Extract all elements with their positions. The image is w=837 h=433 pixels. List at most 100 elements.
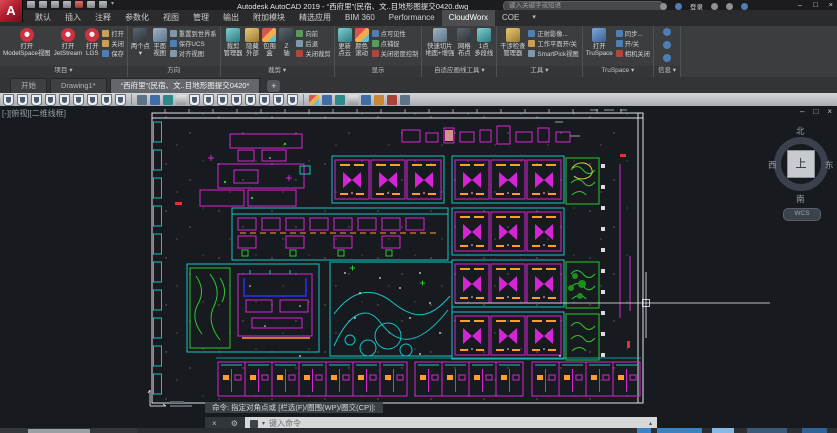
toolbar-color-icon[interactable] (309, 95, 319, 105)
info-about-icon[interactable] (663, 41, 671, 49)
cloudworx-shield-icon[interactable] (73, 94, 84, 106)
align-view-button[interactable]: 对齐视图 (170, 49, 217, 58)
cloudworx-shield-icon[interactable] (59, 94, 70, 106)
clip-off-button[interactable]: 关闭裁剪 (296, 49, 330, 58)
clip-forward-button[interactable]: 向前 (296, 29, 330, 38)
cloudworx-shield-icon[interactable] (245, 94, 256, 106)
maximize-button[interactable]: □ (813, 0, 818, 10)
cloudworx-shield-icon[interactable] (273, 94, 284, 106)
toolbar-tool-icon[interactable] (322, 95, 332, 105)
open-truspace-button[interactable]: 打开TruSpace (586, 27, 613, 57)
tab-output[interactable]: 输出 (216, 10, 246, 26)
drawing-canvas[interactable]: [-][俯视][二维线框] – □ × (0, 106, 837, 433)
toolbar-tool-icon[interactable] (335, 95, 345, 105)
camera-off-button[interactable]: 相机关闭 (616, 49, 650, 58)
drawing-restore-button[interactable]: □ (813, 107, 818, 116)
tab-manage[interactable]: 管理 (186, 10, 216, 26)
viewcube-west-label[interactable]: 西 (768, 159, 777, 171)
tab-cloudworx[interactable]: CloudWorx (442, 10, 495, 26)
wcs-dropdown[interactable]: WCS (783, 208, 821, 221)
tab-addins[interactable]: 附加模块 (246, 10, 292, 26)
panel-label-tools[interactable]: 工具 ▾ (497, 66, 581, 77)
reset-to-world-button[interactable]: 重置到世界系 (170, 29, 217, 38)
tab-view[interactable]: 视图 (156, 10, 186, 26)
status-chip[interactable] (712, 428, 734, 433)
viewport-controls-label[interactable]: [-][俯视][二维线框] (2, 108, 66, 119)
cloudworx-shield-icon[interactable] (87, 94, 98, 106)
redo-icon[interactable] (99, 1, 107, 8)
cloudworx-shield-icon[interactable] (259, 94, 270, 106)
work-plane-toggle-button[interactable]: 工作平面开/关 (528, 39, 578, 48)
status-chip[interactable] (747, 428, 787, 433)
panel-label-project[interactable]: 项目 ▾ (0, 66, 127, 77)
toolbar-tool-icon[interactable] (348, 95, 358, 105)
clip-back-button[interactable]: 后退 (296, 39, 330, 48)
clip-manager-button[interactable]: 裁剪管理器 (224, 27, 243, 57)
signin-avatar-icon[interactable] (675, 3, 682, 10)
toolbar-tool-icon[interactable] (361, 95, 371, 105)
cloudworx-shield-icon[interactable] (231, 94, 242, 106)
cloudworx-shield-icon[interactable] (189, 94, 200, 106)
grid-points-button[interactable]: 网格布点 (457, 27, 471, 57)
tab-parametric[interactable]: 参数化 (118, 10, 156, 26)
open-jetstream-button[interactable]: 打开JetStream (54, 27, 83, 57)
tab-insert[interactable]: 插入 (58, 10, 88, 26)
recent-commands-dropdown-icon[interactable]: ▾ (262, 420, 265, 427)
minimize-button[interactable]: – (798, 0, 802, 10)
info-update-icon[interactable] (663, 28, 671, 36)
search-icon[interactable] (660, 3, 667, 10)
close-button[interactable]: × (829, 0, 833, 10)
open-modelspace-button[interactable]: 打开ModelSpace视图 (3, 27, 51, 57)
toolbar-tool-icon[interactable] (176, 95, 186, 105)
color-scroll-button[interactable]: 颜色滚动 (355, 27, 369, 57)
status-chip[interactable] (637, 428, 651, 433)
panel-label-info[interactable]: 信息 ▾ (654, 66, 680, 77)
z-axis-button[interactable]: Z轴 (279, 27, 293, 57)
bounding-box-button[interactable]: 包围盒 (262, 27, 276, 57)
truspace-sync-button[interactable]: 同步... (616, 29, 650, 38)
undo-icon[interactable] (87, 1, 95, 8)
tab-performance[interactable]: Performance (382, 10, 442, 26)
tab-annotate[interactable]: 注释 (88, 10, 118, 26)
tab-default[interactable]: 默认 (28, 10, 58, 26)
app-store-icon[interactable] (711, 3, 718, 10)
interference-check-button[interactable]: 干涉检查管理器 (500, 27, 525, 57)
viewcube-south-label[interactable]: 南 (796, 193, 805, 205)
autodesk-cloud-icon[interactable] (726, 3, 733, 10)
drawing-minimize-button[interactable]: – (800, 107, 804, 116)
tab-bim360[interactable]: BIM 360 (338, 10, 382, 26)
cloudworx-shield-icon[interactable] (31, 94, 42, 106)
plot-icon[interactable] (75, 1, 83, 8)
file-tab-active-drawing[interactable]: “西府里”(民宿、文..目地形图提交0420* (110, 78, 261, 93)
viewcube[interactable]: 北 南 西 东 上 WCS (770, 124, 832, 222)
toolbar-tool-icon[interactable] (387, 95, 397, 105)
toolbar-tool-icon[interactable] (163, 95, 173, 105)
open-lgs-button[interactable]: 打开LGS (85, 27, 99, 57)
command-customize-wrench-icon[interactable]: ⚙ (231, 419, 238, 428)
status-chip[interactable] (657, 428, 702, 433)
quick-slice-button[interactable]: 快速切片地面+增强 (425, 27, 454, 57)
status-chip[interactable] (802, 428, 827, 433)
tab-featured-apps[interactable]: 精选应用 (292, 10, 338, 26)
command-expand-icon[interactable]: ▴ (649, 420, 652, 427)
one-point-polyline-button[interactable]: 1点多段线 (474, 27, 493, 57)
toolbar-tool-icon[interactable] (400, 95, 410, 105)
smartpick-view-button[interactable]: SmartPick视图 (528, 49, 578, 58)
cloudworx-shield-icon[interactable] (203, 94, 214, 106)
cloudworx-shield-icon[interactable] (287, 94, 298, 106)
plan-view-button[interactable]: 平面视图 (153, 27, 167, 57)
new-file-icon[interactable] (27, 1, 35, 8)
panel-label-clip[interactable]: 裁剪 ▾ (221, 66, 334, 77)
panel-label-truspace[interactable]: TruSpace ▾ (583, 66, 653, 77)
toolbar-pencil-icon[interactable] (374, 95, 384, 105)
ribbon-display-toggle-icon[interactable]: ▾ (532, 10, 536, 26)
cloudworx-shield-icon[interactable] (3, 94, 14, 106)
panel-label-direction[interactable]: 方向 (128, 66, 220, 77)
new-drawing-tab-button[interactable]: + (267, 80, 280, 92)
project-save-button[interactable]: 保存 (102, 49, 124, 58)
project-close-button[interactable]: 关闭 (102, 39, 124, 48)
save-icon[interactable] (51, 1, 59, 8)
cloudworx-shield-icon[interactable] (45, 94, 56, 106)
qat-dropdown-icon[interactable]: ▾ (111, 1, 114, 8)
two-points-button[interactable]: 两个点▾ (131, 27, 150, 57)
